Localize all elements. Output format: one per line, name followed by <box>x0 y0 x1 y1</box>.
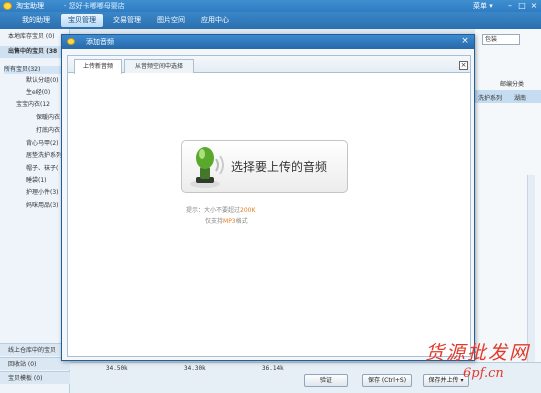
sidebar-item-vests[interactable]: 背心马甲(2) <box>26 140 59 148</box>
nav-tab-image-space[interactable]: 图片空间 <box>152 14 190 27</box>
maximize-icon[interactable]: □ <box>517 1 527 10</box>
panel-close-icon[interactable]: × <box>459 61 468 70</box>
file-size: 36.14k <box>262 365 284 372</box>
sidebar-item-sleeping-bags[interactable]: 睡袋(1) <box>26 177 47 185</box>
sidebar-item-mommy-items[interactable]: 妈咪用品(3) <box>26 202 59 210</box>
add-audio-dialog: 添加音频 × 上传新音频 从音频空间中选择 × 选择要上传的音频 提示：大小不要… <box>61 34 475 361</box>
dialog-body: 上传新音频 从音频空间中选择 × 选择要上传的音频 提示：大小不要超过200K … <box>67 55 471 357</box>
nav-tab-app-center[interactable]: 应用中心 <box>196 14 234 27</box>
sidebar-local-items[interactable]: 本地库存宝贝 (0) <box>0 31 70 43</box>
dialog-tab-strip: 上传新音频 从音频空间中选择 × <box>68 56 470 74</box>
sidebar-on-sale-items[interactable]: 出售中的宝贝 (38 <box>0 46 70 58</box>
sidebar-item-hats-socks[interactable]: 帽子、袜子( <box>26 165 58 173</box>
scrollbar[interactable] <box>527 175 535 365</box>
sidebar-item-thermal-underwear[interactable]: 保暖内衣 <box>36 114 60 122</box>
sidebar-item-care-items[interactable]: 护理小件(3) <box>26 189 59 197</box>
microphone-icon <box>190 147 224 188</box>
table-cell-category: 洗护系列 <box>478 95 503 102</box>
verify-button[interactable]: 验证 <box>304 374 348 387</box>
minimize-icon[interactable]: – <box>505 1 515 10</box>
taobao-logo-icon <box>67 38 75 45</box>
upload-button-label: 选择要上传的音频 <box>231 160 328 174</box>
sidebar-online-warehouse[interactable]: 线上仓库中的宝贝 <box>0 343 70 356</box>
upload-hint-format: 仅支持MP3格式 <box>205 218 248 225</box>
nav-tab-assistant[interactable]: 我的助理 <box>17 14 55 27</box>
save-button[interactable]: 保存 (Ctrl+S) <box>362 374 412 387</box>
file-size: 34.50k <box>106 365 128 372</box>
close-icon[interactable]: × <box>529 1 539 10</box>
dialog-titlebar: 添加音频 × <box>62 35 474 49</box>
watermark-text: 货源批发网 <box>425 342 531 364</box>
tab-upload-new-audio[interactable]: 上传新音频 <box>74 59 122 74</box>
sidebar-item-pad-care[interactable]: 居垫洗护系列 <box>26 152 62 160</box>
sidebar-item-templates[interactable]: 宝贝模板 (0) <box>0 371 70 384</box>
main-nav: 我的助理 宝贝管理 交易管理 图片空间 应用中心 <box>0 12 541 29</box>
upload-hint-size: 提示：大小不要超过200K <box>186 207 256 214</box>
nav-tab-trade-management[interactable]: 交易管理 <box>108 14 146 27</box>
sidebar-all-items[interactable]: 所有宝贝(32) <box>4 66 62 74</box>
file-size: 34.30k <box>184 365 206 372</box>
sidebar-item-base-underwear[interactable]: 打底内衣 <box>36 127 60 135</box>
taobao-logo-icon <box>3 2 12 10</box>
sidebar: 本地库存宝贝 (0) 出售中的宝贝 (38 所有宝贝(32) 默认分组(0) 生… <box>0 29 70 393</box>
sidebar-item-baby-underwear[interactable]: 宝宝内衣(12 <box>16 101 50 109</box>
select-audio-upload-button[interactable]: 选择要上传的音频 <box>181 140 348 193</box>
sidebar-item-default-group[interactable]: 默认分组(0) <box>26 77 59 85</box>
shop-name: - 您好卡嘟嘟母婴店 <box>64 2 125 10</box>
sidebar-recycle-bin[interactable]: 回收站 (0) <box>0 357 70 370</box>
table-cell-region: 湖南 <box>514 95 527 102</box>
search-input[interactable]: 包装 <box>482 34 520 45</box>
dialog-title: 添加音频 <box>86 38 114 46</box>
dialog-close-icon[interactable]: × <box>460 36 470 47</box>
nav-tab-item-management[interactable]: 宝贝管理 <box>61 14 103 27</box>
tab-choose-from-audio-space[interactable]: 从音频空间中选择 <box>124 59 194 73</box>
column-header: 邮编分类 <box>500 81 525 88</box>
sidebar-item-shengejing[interactable]: 生e经(0) <box>26 89 50 97</box>
menu-button[interactable]: 菜单 ▾ <box>473 1 493 11</box>
watermark-url: 6pf.cn <box>463 366 504 381</box>
app-title: 淘宝助理 <box>16 2 44 10</box>
app-titlebar: 淘宝助理 - 您好卡嘟嘟母婴店 菜单 ▾ – □ × <box>0 0 541 12</box>
